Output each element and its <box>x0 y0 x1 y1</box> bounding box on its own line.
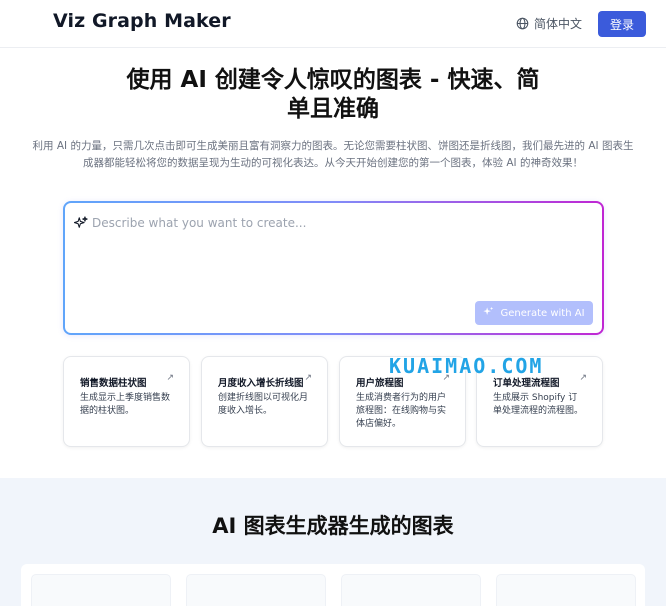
sparkle-icon <box>483 306 494 320</box>
gallery-section: AI 图表生成器生成的图表 <box>0 478 666 606</box>
card-description: 创建折线图以可视化月度收入增长。 <box>218 393 309 416</box>
prompt-box: Generate with AI <box>63 201 604 335</box>
card-title: 月度收入增长折线图 <box>218 378 304 389</box>
example-card-revenue-line[interactable]: 月度收入增长折线图 ↗ 创建折线图以可视化月度收入增长。 <box>201 356 328 447</box>
top-nav: Viz Graph Maker 简体中文 登录 <box>0 0 666 48</box>
language-label: 简体中文 <box>534 17 583 31</box>
card-description: 生成展示 Shopify 订单处理流程的流程图。 <box>493 393 584 416</box>
gallery-thumbnail[interactable] <box>496 574 636 606</box>
gallery-thumbnail[interactable] <box>31 574 171 606</box>
generate-button[interactable]: Generate with AI <box>475 301 593 325</box>
arrow-up-right-icon: ↗ <box>579 373 587 383</box>
card-title: 销售数据柱状图 <box>80 378 147 389</box>
hero-title: 使用 AI 创建令人惊叹的图表 - 快速、简单且准确 <box>126 67 540 122</box>
login-button[interactable]: 登录 <box>598 11 646 37</box>
gallery-grid <box>21 564 645 606</box>
language-switcher[interactable]: 简体中文 <box>516 15 582 32</box>
gallery-title: AI 图表生成器生成的图表 <box>212 514 454 538</box>
hero-description: 利用 AI 的力量，只需几次点击即可生成美丽且富有洞察力的图表。无论您需要柱状图… <box>32 140 634 169</box>
example-card-sales-bar[interactable]: 销售数据柱状图 ↗ 生成显示上季度销售数据的柱状图。 <box>63 356 190 447</box>
generate-label: Generate with AI <box>500 307 585 319</box>
card-description: 生成显示上季度销售数据的柱状图。 <box>80 393 171 416</box>
prompt-inner: Generate with AI <box>65 203 602 333</box>
site-logo[interactable]: Viz Graph Maker <box>53 10 231 32</box>
watermark: KUAIMAO.COM <box>389 354 544 378</box>
arrow-up-right-icon: ↗ <box>166 373 174 383</box>
gallery-thumbnail[interactable] <box>341 574 481 606</box>
card-description: 生成消费者行为的用户旅程图：在线购物与实体店偏好。 <box>356 393 447 429</box>
globe-icon <box>516 17 529 30</box>
prompt-input[interactable] <box>92 212 592 234</box>
arrow-up-right-icon: ↗ <box>304 373 312 383</box>
gallery-thumbnail[interactable] <box>186 574 326 606</box>
sparkle-icon <box>73 215 88 234</box>
